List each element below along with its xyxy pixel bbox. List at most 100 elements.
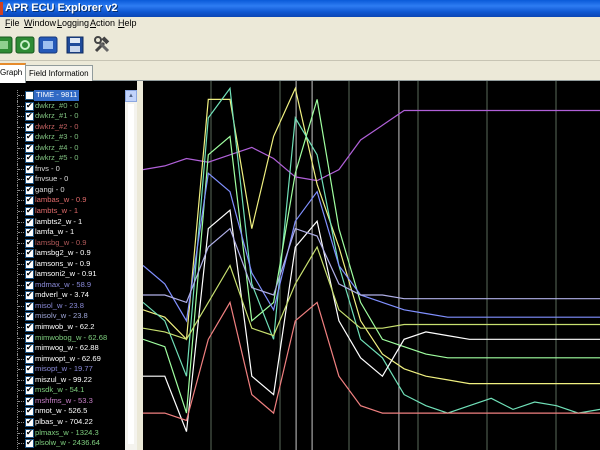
channel-checkbox[interactable] — [25, 259, 34, 269]
channel-row[interactable]: TIME - 9811 — [0, 90, 125, 101]
channel-row[interactable]: fnvsue - 0 — [0, 174, 125, 185]
channel-scrollbar[interactable]: ▲ — [125, 90, 137, 450]
channel-checkbox[interactable] — [25, 333, 34, 343]
channel-row[interactable]: lambas_w - 0.9 — [0, 195, 125, 207]
channel-checkbox[interactable] — [25, 101, 34, 111]
channel-checkbox[interactable] — [25, 185, 34, 195]
channel-row[interactable]: mdverl_w - 3.74 — [0, 290, 125, 301]
channel-row[interactable]: misol_w - 23.8 — [0, 300, 125, 312]
channel-row[interactable]: dwkrz_#4 - 0 — [0, 142, 125, 154]
channel-checkbox[interactable] — [25, 153, 34, 164]
channel-label: gangi - 0 — [35, 184, 65, 194]
channel-checkbox[interactable] — [25, 428, 34, 438]
channel-row[interactable]: miszul_w - 99.22 — [0, 374, 125, 386]
channel-checkbox[interactable] — [25, 301, 34, 311]
channel-row[interactable]: lamsbg_w - 0.9 — [0, 237, 125, 249]
channel-checkbox[interactable] — [25, 385, 34, 396]
channel-row[interactable]: mdmax_w - 58.9 — [0, 279, 125, 291]
channel-checkbox[interactable] — [25, 396, 34, 406]
channel-row[interactable]: gangi - 0 — [0, 184, 125, 196]
channel-label: mshfms_w - 53.3 — [35, 395, 93, 405]
channel-checkbox[interactable] — [25, 122, 34, 132]
series-line — [143, 245, 600, 341]
channel-checkbox[interactable] — [25, 290, 34, 301]
save-button[interactable] — [64, 34, 86, 56]
channel-row[interactable]: plsolw_w - 2436.64 — [0, 438, 125, 449]
channel-row[interactable]: nmot_w - 526.5 — [0, 406, 125, 417]
channel-row[interactable]: mimwob_w - 62.2 — [0, 322, 125, 333]
channel-row[interactable]: lamsbg2_w - 0.9 — [0, 248, 125, 259]
channel-row[interactable]: plbas_w - 704.22 — [0, 416, 125, 428]
channel-row[interactable]: lamsoni2_w - 0.91 — [0, 269, 125, 280]
channel-list: TIME - 9811dwkrz_#0 - 0dwkrz_#1 - 0dwkrz… — [0, 90, 125, 449]
channel-label: mdmax_w - 58.9 — [35, 279, 92, 289]
open-log-icon — [0, 36, 13, 54]
channel-checkbox[interactable] — [25, 417, 34, 427]
menu-logging[interactable]: Logging — [57, 17, 89, 30]
channel-row[interactable]: lambts_w - 1 — [0, 206, 125, 217]
channel-row[interactable]: dwkrz_#2 - 0 — [0, 121, 125, 133]
channel-row[interactable]: misolv_w - 23.8 — [0, 311, 125, 323]
channel-checkbox[interactable] — [25, 364, 34, 375]
series-line — [143, 227, 600, 304]
channel-row[interactable]: msdk_w - 54.1 — [0, 385, 125, 396]
channel-checkbox[interactable] — [25, 206, 34, 217]
channel-row[interactable]: dwkrz_#1 - 0 — [0, 111, 125, 122]
channel-row[interactable]: mimwobog_w - 62.68 — [0, 332, 125, 344]
tab-graph[interactable]: Graph — [0, 63, 27, 83]
channel-row[interactable]: lamfa_w - 1 — [0, 227, 125, 238]
channel-checkbox[interactable] — [25, 238, 34, 248]
menu-window[interactable]: Window — [24, 17, 56, 30]
channel-label: fnvs - 0 — [35, 163, 60, 173]
channel-label: lambas_w - 0.9 — [35, 195, 87, 205]
channel-checkbox[interactable] — [25, 227, 34, 238]
channel-checkbox[interactable] — [25, 91, 34, 100]
channel-checkbox[interactable] — [25, 375, 34, 385]
channel-checkbox[interactable] — [25, 438, 34, 449]
channel-row[interactable]: mimwopt_w - 62.69 — [0, 353, 125, 365]
channel-row[interactable]: dwkrz_#3 - 0 — [0, 132, 125, 143]
channel-checkbox[interactable] — [25, 164, 34, 174]
channel-row[interactable]: dwkrz_#0 - 0 — [0, 100, 125, 112]
channel-checkbox[interactable] — [25, 111, 34, 122]
channel-row[interactable]: dwkrz_#5 - 0 — [0, 153, 125, 164]
channel-checkbox[interactable] — [25, 406, 34, 417]
graph-panel[interactable] — [143, 81, 600, 450]
channel-label: TIME - 9811 — [34, 90, 80, 101]
channel-label: lamsbg_w - 0.9 — [35, 237, 87, 247]
channel-checkbox[interactable] — [25, 322, 34, 333]
channel-row[interactable]: fnvs - 0 — [0, 163, 125, 175]
open-log-button[interactable] — [0, 34, 14, 56]
channel-row[interactable]: mshfms_w - 53.3 — [0, 395, 125, 407]
tab-field-information[interactable]: Field Information — [25, 65, 93, 82]
channel-label: dwkrz_#2 - 0 — [35, 121, 79, 131]
channel-row[interactable]: lambts2_w - 1 — [0, 216, 125, 228]
channel-checkbox[interactable] — [25, 195, 34, 206]
channel-row[interactable]: mimwog_w - 62.88 — [0, 343, 125, 354]
scrollbar-track[interactable] — [128, 104, 134, 444]
channel-checkbox[interactable] — [25, 269, 34, 280]
channel-tree: TIME - 9811dwkrz_#0 - 0dwkrz_#1 - 0dwkrz… — [0, 81, 137, 450]
menu-help[interactable]: Help — [118, 17, 137, 30]
channel-checkbox[interactable] — [25, 132, 34, 143]
ecu-button[interactable] — [37, 34, 59, 56]
channel-checkbox[interactable] — [25, 143, 34, 153]
connect-button[interactable] — [14, 34, 36, 56]
channel-label: plbas_w - 704.22 — [35, 416, 93, 426]
menu-file[interactable]: File — [5, 17, 20, 30]
channel-label: lamsoni2_w - 0.91 — [35, 269, 97, 279]
channel-row[interactable]: plmaxs_w - 1324.3 — [0, 427, 125, 439]
channel-checkbox[interactable] — [25, 174, 34, 185]
channel-checkbox[interactable] — [25, 311, 34, 322]
channel-checkbox[interactable] — [25, 354, 34, 364]
channel-row[interactable]: lamsons_w - 0.9 — [0, 258, 125, 270]
channel-label: msdk_w - 54.1 — [35, 385, 85, 395]
channel-checkbox[interactable] — [25, 343, 34, 354]
menu-action[interactable]: Action — [90, 17, 115, 30]
channel-checkbox[interactable] — [25, 280, 34, 290]
channel-row[interactable]: misopt_w - 19.77 — [0, 364, 125, 375]
channel-checkbox[interactable] — [25, 217, 34, 227]
tools-button[interactable] — [91, 34, 113, 56]
scroll-up-icon[interactable]: ▲ — [125, 90, 137, 102]
channel-checkbox[interactable] — [25, 248, 34, 259]
